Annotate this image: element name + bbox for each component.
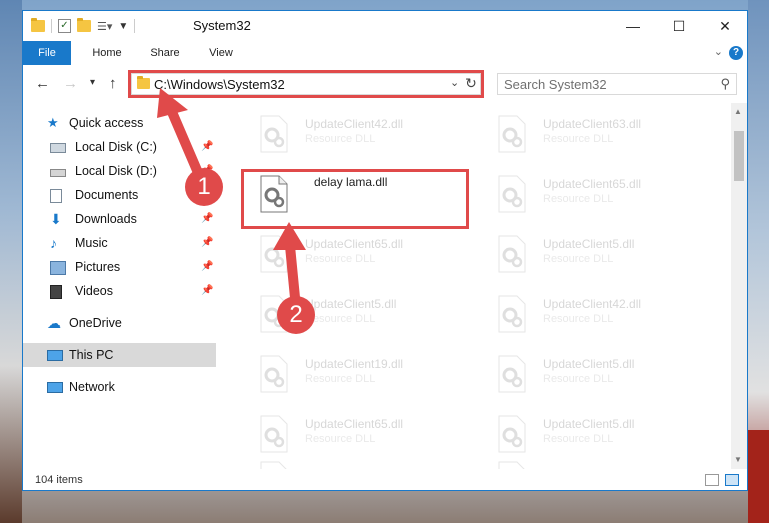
arrow-1 <box>157 88 207 187</box>
annotation-arrows <box>157 88 306 313</box>
callout-2: 2 <box>277 296 315 334</box>
callout-1: 1 <box>185 168 223 206</box>
arrow-2 <box>273 222 306 313</box>
